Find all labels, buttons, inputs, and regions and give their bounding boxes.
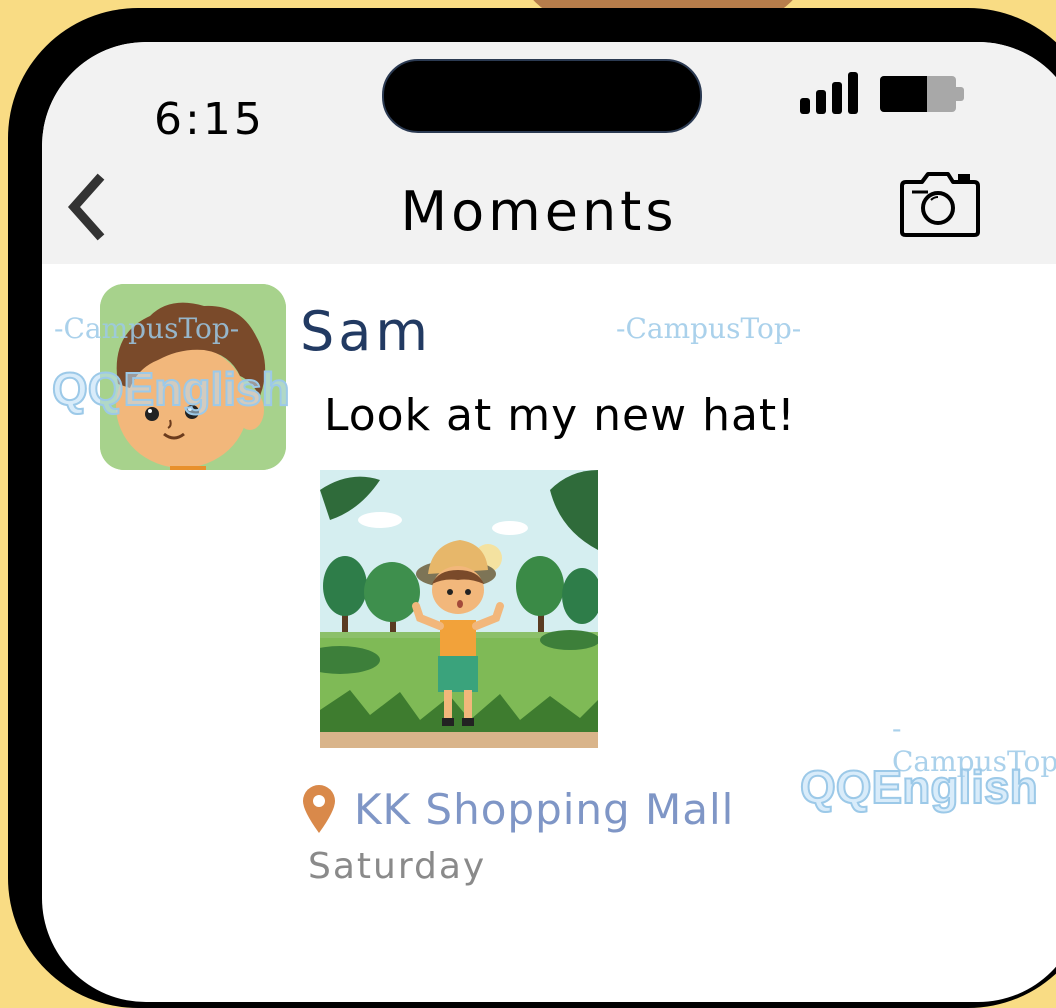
watermark-brand: QQEnglish [51,362,291,416]
camera-icon [900,172,980,237]
watermark-center: -CampusTop- [616,312,801,345]
cellular-signal-icon [800,72,860,114]
watermark-left: -CampusTop- [54,312,239,345]
page-title: Moments [400,180,678,243]
post-photo[interactable] [320,470,598,748]
location-label: KK Shopping Mall [354,784,735,834]
watermark-sub: -CampusTop- [54,312,240,345]
map-pin-icon [303,785,335,833]
header-bar: 6:15 Moments [42,42,1056,264]
battery-nub [956,87,964,101]
post-text: Look at my new hat! [324,390,796,441]
phone-screen: 6:15 Moments Sam Look at my new hat! KK … [42,42,1056,1002]
watermark-left-brand: QQEnglish [51,362,291,416]
battery-icon [880,76,964,112]
status-time: 6:15 [154,94,265,145]
battery-fill [880,76,928,112]
camera-button[interactable] [898,170,982,238]
watermark-brand: QQEnglish [799,760,1039,814]
post-author[interactable]: Sam [300,300,432,363]
dynamic-island [382,59,702,133]
watermark-bottom-right-brand: QQEnglish [799,760,1039,814]
post-day: Saturday [308,846,487,887]
post-photo-illustration [320,470,598,748]
watermark-sub: -CampusTop- [616,312,802,345]
phone-frame: 6:15 Moments Sam Look at my new hat! KK … [8,8,1056,1008]
post-location[interactable]: KK Shopping Mall [300,780,734,838]
